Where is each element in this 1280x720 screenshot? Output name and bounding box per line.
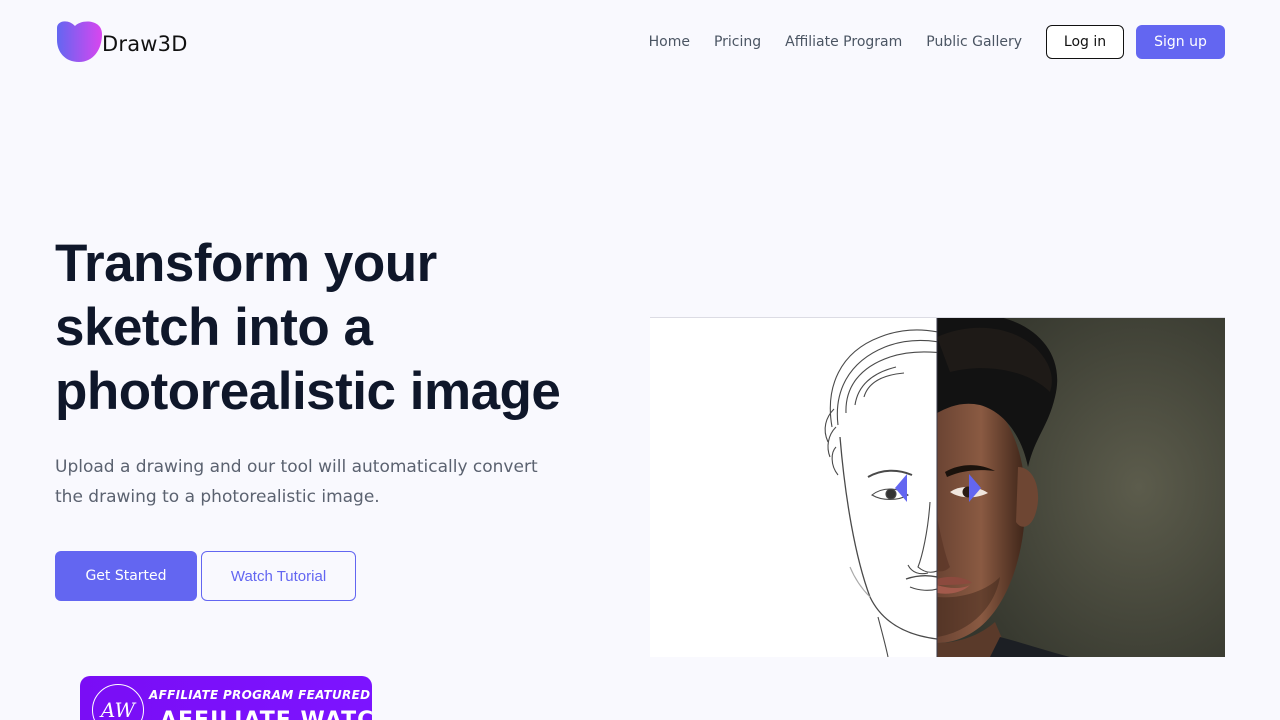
signup-button[interactable]: Sign up [1136,25,1225,59]
affiliate-watch-logo-icon: AW [92,684,144,720]
nav-pricing[interactable]: Pricing [714,34,761,50]
get-started-button[interactable]: Get Started [55,551,197,601]
main-nav: Home Pricing Affiliate Program Public Ga… [649,25,1225,59]
badge-monogram: AW [100,698,136,720]
watch-tutorial-button[interactable]: Watch Tutorial [201,551,356,601]
nav-public-gallery[interactable]: Public Gallery [926,34,1022,50]
slider-arrow-right-icon[interactable] [968,474,982,502]
affiliate-watch-badge[interactable]: AW AFFILIATE PROGRAM FEATURED ON AFFILIA… [80,676,372,720]
brand-name: Draw3D [102,31,188,56]
comparison-image [650,317,1225,657]
login-button[interactable]: Log in [1046,25,1124,59]
site-header: Draw3D Home Pricing Affiliate Program Pu… [55,20,1225,64]
sketch-photo-comparison[interactable] [650,317,1225,657]
nav-affiliate-program[interactable]: Affiliate Program [785,34,902,50]
slider-arrow-left-icon[interactable] [894,474,908,502]
hero-subtitle: Upload a drawing and our tool will autom… [55,457,538,507]
badge-title: AFFILIATE WATCH [160,708,372,720]
brand-logo-link[interactable]: Draw3D [55,20,188,64]
badge-caption: AFFILIATE PROGRAM FEATURED ON [149,688,372,702]
logo-icon [57,21,102,62]
hero-title: Transform your sketch into a photorealis… [55,234,561,421]
nav-home[interactable]: Home [649,34,690,50]
